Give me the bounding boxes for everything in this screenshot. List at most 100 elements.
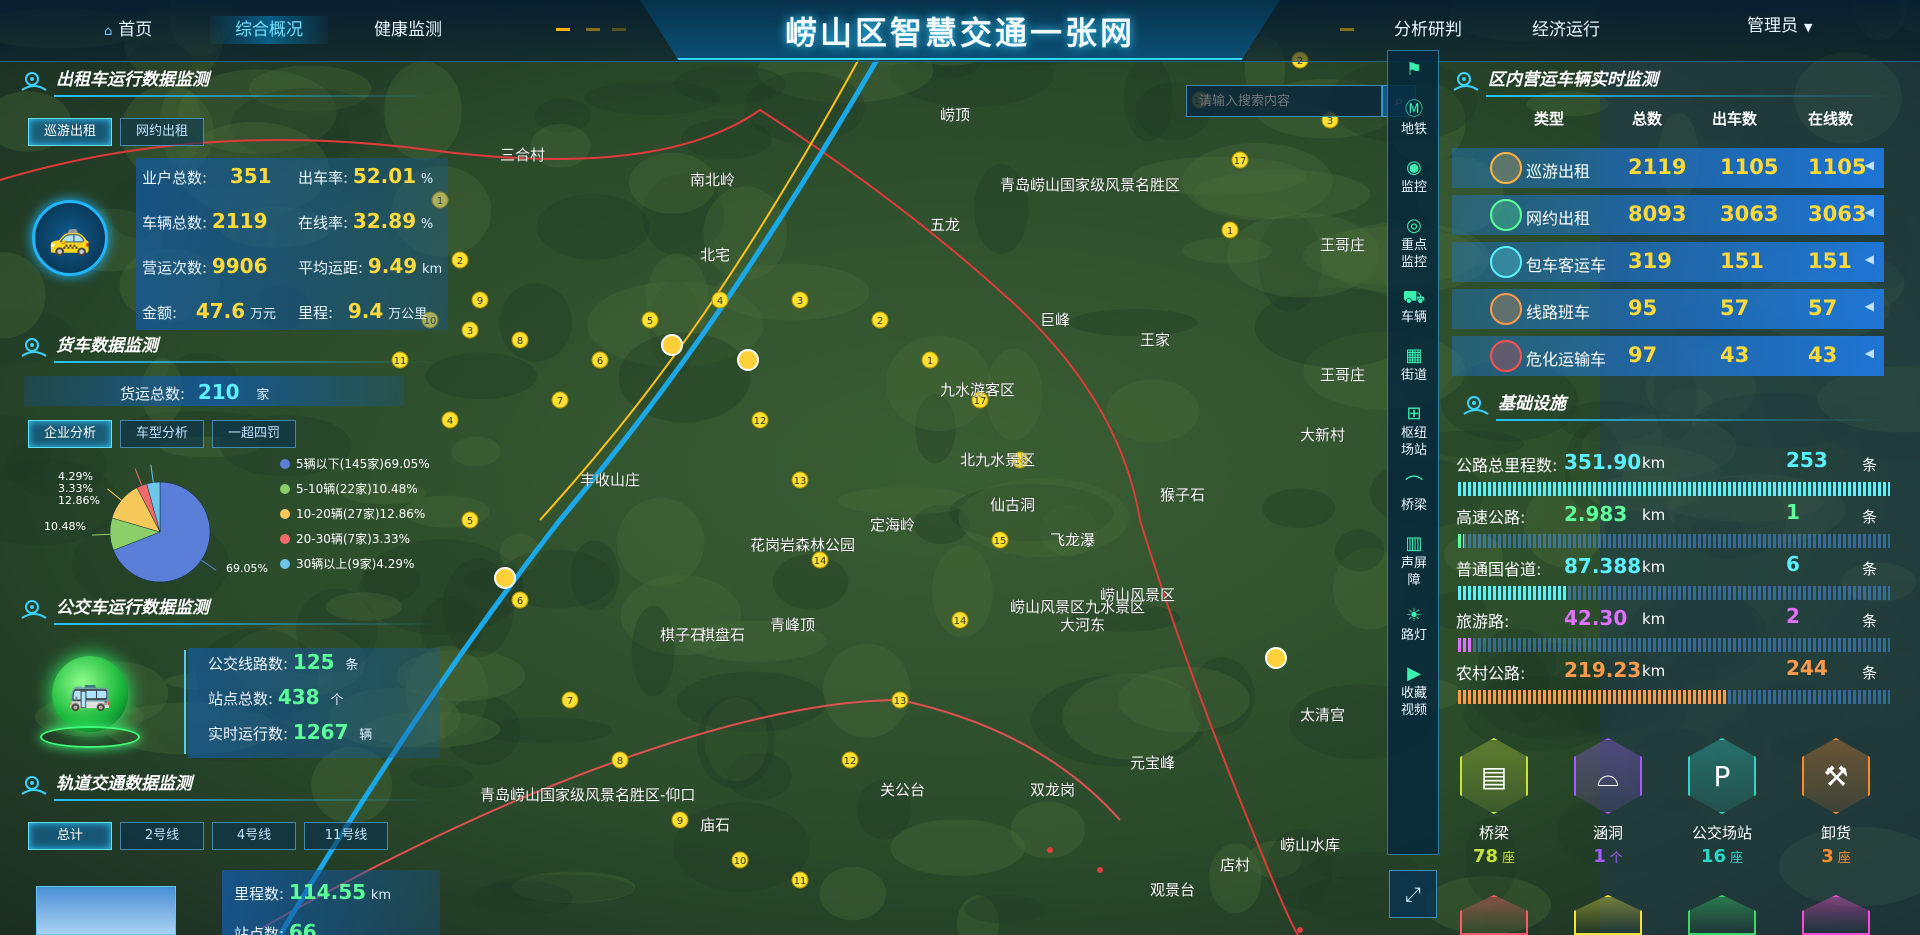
map-poi-marker[interactable]: [1265, 647, 1287, 669]
map-poi-marker[interactable]: [494, 567, 516, 589]
infra-label: 普通国省道:: [1456, 560, 1542, 579]
sidebar-item-street[interactable]: ▦ 街道: [1388, 345, 1440, 384]
route-marker[interactable]: 13: [891, 691, 909, 709]
user-menu[interactable]: 管理员 ▼: [1735, 12, 1824, 40]
route-marker[interactable]: 13: [791, 471, 809, 489]
map-poi-marker[interactable]: [737, 349, 759, 371]
tab-cruise-taxi[interactable]: 巡游出租: [28, 118, 112, 146]
pie-slice-label: 69.05%: [226, 562, 268, 575]
route-marker[interactable]: 10: [731, 851, 749, 869]
table-row[interactable]: 线路班车 95 57 57 ◀: [1452, 289, 1884, 329]
terrain-patch: [964, 894, 1045, 924]
table-row[interactable]: 危化运输车 97 43 43 ◀: [1452, 336, 1884, 376]
tab-rail-total[interactable]: 总计: [28, 822, 112, 850]
route-marker[interactable]: 5: [461, 511, 479, 529]
nav-analysis[interactable]: 分析研判: [1382, 16, 1474, 44]
sidebar-item-label: 路灯: [1400, 628, 1427, 643]
map-place-label: 北宅: [700, 246, 730, 264]
map-place-label: 王家: [1140, 331, 1170, 349]
route-marker[interactable]: 9: [671, 811, 689, 829]
nav-health-monitor[interactable]: 健康监测: [362, 16, 454, 44]
route-marker[interactable]: 7: [561, 691, 579, 709]
sidebar-item-bridge[interactable]: ⌒ 桥梁: [1388, 475, 1440, 514]
legend-swatch: [280, 534, 290, 544]
route-marker[interactable]: 17: [1231, 151, 1249, 169]
fullscreen-button[interactable]: ⤢: [1389, 870, 1437, 918]
chevron-down-icon: ▼: [1804, 21, 1813, 34]
route-marker[interactable]: 3: [461, 321, 479, 339]
sidebar-item-hub[interactable]: ⊞ 枢纽 场站: [1388, 403, 1440, 459]
route-marker[interactable]: 2: [451, 251, 469, 269]
route-marker[interactable]: 15: [991, 531, 1009, 549]
route-marker[interactable]: 8: [611, 751, 629, 769]
table-row[interactable]: 包车客运车 319 151 151 ◀: [1452, 242, 1884, 282]
map-place-label: 双龙岗: [1030, 781, 1075, 799]
legend-swatch: [280, 459, 290, 469]
pie-leader-line: [134, 468, 143, 486]
route-marker[interactable]: 4: [441, 411, 459, 429]
terrain-patch: [1069, 308, 1198, 337]
vehicle-out: 57: [1720, 296, 1750, 320]
route-marker[interactable]: 14: [811, 551, 829, 569]
traffic-light-icon: ⚑: [1405, 59, 1423, 80]
nav-home[interactable]: ⌂ 首页: [92, 16, 164, 44]
sidebar-item-key-camera[interactable]: ◎ 重点 监控: [1388, 215, 1440, 271]
map-place-label: 青岛崂山国家级风景名胜区: [1000, 176, 1180, 194]
route-marker[interactable]: 14: [951, 611, 969, 629]
nav-overview[interactable]: 综合概况: [210, 16, 328, 44]
section-marker-icon: [21, 600, 47, 619]
tab-line-4[interactable]: 4号线: [212, 822, 296, 850]
route-marker[interactable]: 9: [471, 291, 489, 309]
route-marker[interactable]: 11: [791, 871, 809, 889]
svg-text:14: 14: [814, 556, 827, 567]
sidebar-item-label: 枢纽 场站: [1400, 426, 1427, 458]
nav-economy[interactable]: 经济运行: [1520, 16, 1612, 44]
tab-line-11[interactable]: 11号线: [304, 822, 388, 850]
infra-count: 6: [1786, 552, 1800, 576]
infra-row: 普通国省道: 87.388 km 6 条: [1456, 552, 1877, 580]
sidebar-item-traffic-light[interactable]: ⚑: [1388, 59, 1440, 81]
sidebar-item-camera[interactable]: ◉ 监控: [1388, 157, 1440, 196]
map-place-label: 花岗岩森林公园: [750, 536, 855, 554]
infra-count: 2: [1786, 604, 1800, 628]
route-marker[interactable]: 6: [591, 351, 609, 369]
tab-online-taxi[interactable]: 网约出租: [120, 118, 204, 146]
taxi-stat-row: 平均运距: 9.49 km: [298, 254, 443, 278]
deco-dash: [612, 28, 626, 31]
table-row[interactable]: 网约出租 8093 3063 3063 ◀: [1452, 195, 1884, 235]
route-marker[interactable]: 8: [511, 331, 529, 349]
vehicle-out: 43: [1720, 343, 1750, 367]
route-marker[interactable]: 12: [841, 751, 859, 769]
facility-value: 78 座: [1444, 846, 1544, 867]
vehicle-type-label: 线路班车: [1526, 303, 1591, 322]
terrain-patch: [1226, 212, 1380, 298]
legend-entry: 5-10辆(22家)10.48%: [280, 480, 430, 505]
fullscreen-icon: ⤢: [1405, 882, 1421, 906]
route-marker[interactable]: 5: [641, 311, 659, 329]
table-row[interactable]: 巡游出租 2119 1105 1105 ◀: [1452, 148, 1884, 188]
terrain-patch: [703, 186, 788, 281]
map-poi-marker[interactable]: [661, 334, 683, 356]
route-marker[interactable]: 2: [871, 311, 889, 329]
sidebar-item-street-lamp[interactable]: ☀ 路灯: [1388, 605, 1440, 644]
sidebar-item-metro[interactable]: Ⓜ 地铁: [1388, 99, 1440, 138]
search-input[interactable]: [1186, 85, 1382, 117]
taxi-icon: 🚕: [32, 200, 108, 276]
infra-label: 高速公路:: [1456, 508, 1526, 527]
sidebar-item-car[interactable]: ⛟ 车辆: [1388, 287, 1440, 326]
tab-line-2[interactable]: 2号线: [120, 822, 204, 850]
route-marker[interactable]: 1: [1221, 221, 1239, 239]
terrain-patch: [696, 696, 776, 789]
route-marker[interactable]: 3: [791, 291, 809, 309]
route-marker[interactable]: 4: [711, 291, 729, 309]
route-marker[interactable]: 7: [551, 391, 569, 409]
route-marker[interactable]: 12: [751, 411, 769, 429]
svg-text:4: 4: [717, 296, 723, 307]
route-marker[interactable]: 6: [511, 591, 529, 609]
map-place-label: 王哥庄: [1320, 366, 1365, 384]
route-marker[interactable]: 1: [921, 351, 939, 369]
map-place-label: 崂山水库: [1280, 836, 1340, 854]
sidebar-item-favorite-video[interactable]: ▶ 收藏 视频: [1388, 663, 1440, 719]
sidebar-item-sound-barrier[interactable]: ▥ 声屏 障: [1388, 533, 1440, 589]
vehicle-total: 2119: [1628, 155, 1687, 179]
